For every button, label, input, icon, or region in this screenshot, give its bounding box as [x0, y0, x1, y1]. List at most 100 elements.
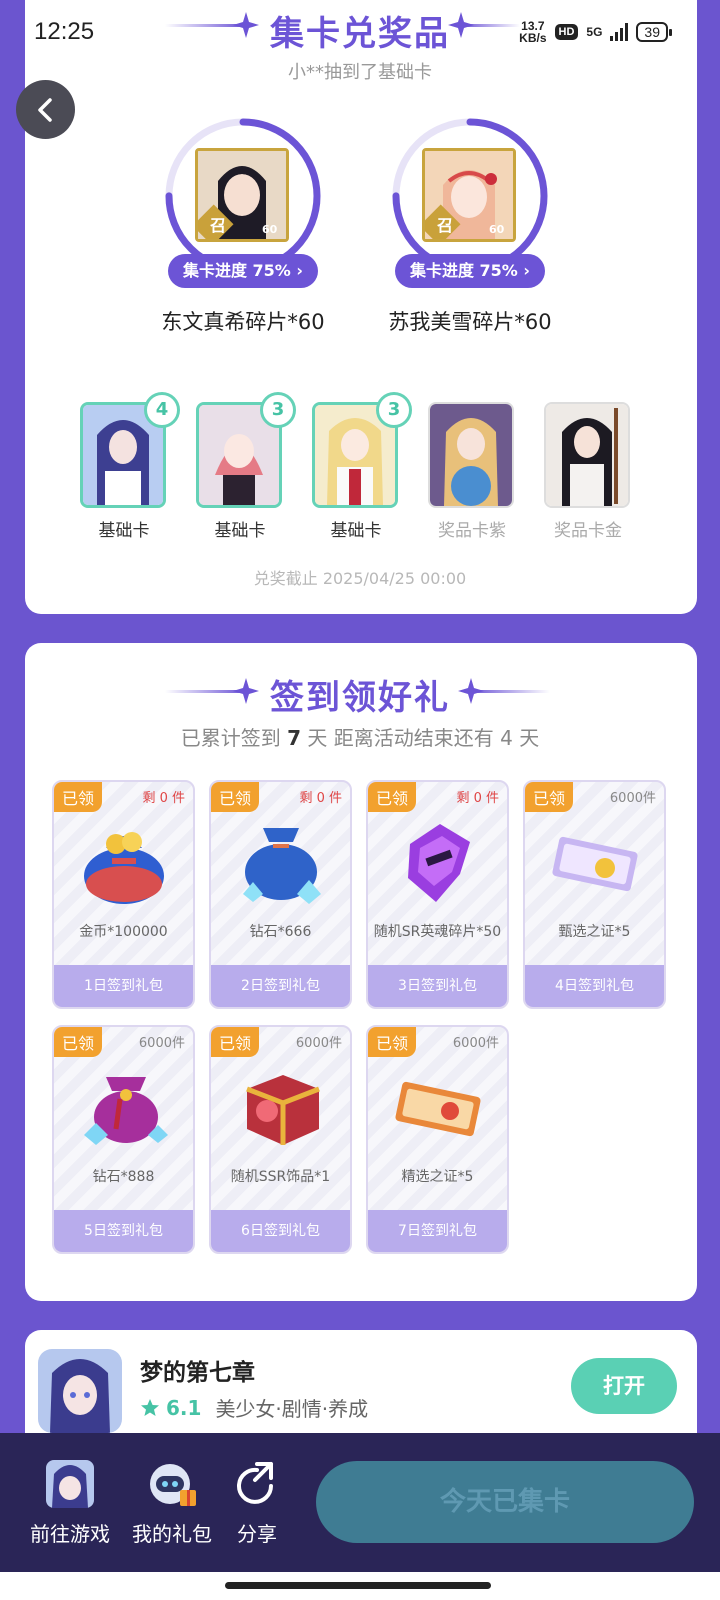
gift-day-label: 6日签到礼包	[211, 1210, 350, 1252]
prize-image: 召 60	[422, 148, 516, 242]
gift-day-6[interactable]: 已领 6000件 随机SSR饰品*1 6日签到礼包	[209, 1025, 352, 1254]
gift-day-label: 2日签到礼包	[211, 965, 350, 1007]
progress-ring: 召 60 集卡进度 75% ›	[163, 116, 323, 288]
summon-glyph: 召	[210, 216, 226, 235]
gift-name: 钻石*666	[249, 924, 312, 940]
open-game-button[interactable]: 打开	[571, 1358, 677, 1414]
card-label: 基础卡	[214, 521, 266, 541]
accessory-box-icon	[246, 1075, 320, 1145]
progress-pill[interactable]: 集卡进度 75% ›	[168, 254, 318, 288]
card-label: 基础卡	[98, 521, 150, 541]
share-label: 分享	[237, 1522, 277, 1546]
claimed-tag: 已领	[54, 782, 103, 812]
goto-game-label: 前往游戏	[30, 1522, 110, 1546]
gift-day-label: 7日签到礼包	[368, 1210, 507, 1252]
card-label: 奖品卡金	[554, 521, 622, 541]
badge-count: 60	[262, 223, 278, 236]
prize-name: 苏我美雪碎片*60	[388, 310, 552, 334]
prize-name: 东文真希碎片*60	[161, 310, 325, 334]
chevron-right-icon: ›	[523, 261, 531, 280]
remain-count: 剩 0 件	[142, 791, 185, 806]
game-score: 6.1	[166, 1395, 202, 1420]
prize-image: 召 60	[195, 148, 289, 242]
signal-icon	[610, 23, 629, 41]
claimed-tag: 已领	[54, 1027, 103, 1057]
gift-day-label: 5日签到礼包	[54, 1210, 193, 1252]
star-icon	[141, 1398, 159, 1416]
gift-day-label: 3日签到礼包	[368, 965, 507, 1007]
remain-count: 剩 0 件	[299, 791, 342, 806]
claimed-tag: 已领	[211, 1027, 260, 1057]
stock-count: 6000件	[138, 1036, 185, 1051]
diamond-bag-icon	[84, 1077, 168, 1145]
network-speed: 13.7 KB/s	[519, 19, 547, 45]
status-icons: 13.7 KB/s HD 5G 39	[519, 19, 672, 45]
gift-name: 精选之证*5	[401, 1169, 474, 1185]
game-app-icon[interactable]	[38, 1349, 122, 1433]
gift-name: 钻石*888	[92, 1169, 155, 1185]
stock-count: 6000件	[295, 1036, 342, 1051]
ticket-icon	[552, 836, 638, 892]
summon-glyph: 召	[437, 216, 453, 235]
game-tags: 美少女·剧情·养成	[215, 1397, 369, 1421]
gift-day-5[interactable]: 已领 6000件 钻石*888 5日签到礼包	[52, 1025, 195, 1254]
checkin-title: 签到领好礼	[270, 678, 450, 718]
gift-day-7[interactable]: 已领 6000件 精选之证*5 7日签到礼包	[366, 1025, 509, 1254]
progress-ring: 召 60 集卡进度 75% ›	[390, 116, 550, 288]
my-gifts-button[interactable]: 我的礼包	[130, 1460, 214, 1547]
game-rating: 6.1 美少女·剧情·养成	[140, 1393, 368, 1422]
card-prize-purple[interactable]: 奖品卡紫	[428, 402, 516, 541]
coin-bag-icon	[84, 832, 164, 904]
gift-day-4[interactable]: 已领 6000件 甄选之证*5 4日签到礼包	[523, 780, 666, 1009]
claimed-tag: 已领	[211, 782, 260, 812]
network-type: 5G	[586, 25, 603, 39]
share-icon	[235, 1460, 279, 1512]
back-button[interactable]	[16, 80, 75, 139]
share-button[interactable]: 分享	[232, 1460, 282, 1547]
deadline-text: 兑奖截止 2025/04/25 00:00	[253, 569, 467, 588]
collect-today-button[interactable]: 今天已集卡	[316, 1461, 694, 1543]
stock-count: 6000件	[452, 1036, 499, 1051]
gift-name: 随机SR英魂碎片*50	[373, 924, 502, 940]
claimed-tag: 已领	[368, 1027, 417, 1057]
claimed-tag: 已领	[525, 782, 574, 812]
card-basic[interactable]: 4 基础卡	[80, 392, 180, 541]
card-label: 奖品卡紫	[438, 521, 506, 541]
card-count-badge: 4	[144, 392, 180, 428]
status-time: 12:25	[34, 18, 95, 45]
claimed-tag: 已领	[368, 782, 417, 812]
status-bar: 12:25 13.7 KB/s HD 5G 39	[0, 0, 720, 66]
card-prize-gold[interactable]: 奖品卡金	[544, 402, 632, 541]
game-name: 梦的第七章	[140, 1360, 255, 1386]
checkin-days: 7	[287, 726, 302, 750]
gift-day-2[interactable]: 已领 剩 0 件 钻石*666 2日签到礼包	[209, 780, 352, 1009]
card-basic[interactable]: 3 基础卡	[312, 392, 412, 541]
remain-count: 剩 0 件	[456, 791, 499, 806]
gift-name: 甄选之证*5	[558, 924, 631, 940]
game-avatar-icon	[43, 1460, 97, 1512]
hero-shard-icon	[408, 824, 470, 902]
card-count-badge: 3	[376, 392, 412, 428]
goto-game-button[interactable]: 前往游戏	[28, 1460, 112, 1547]
title-deco-right	[470, 690, 550, 693]
card-label: 基础卡	[330, 521, 382, 541]
battery-icon: 39	[636, 22, 672, 42]
diamond-bag-icon	[243, 828, 321, 904]
gift-day-1[interactable]: 已领 剩 0 件 金币*100000 1日签到礼包	[52, 780, 195, 1009]
checkin-summary: 已累计签到 7 天 距离活动结束还有 4 天	[180, 726, 540, 750]
card-image	[544, 402, 630, 508]
badge-count: 60	[489, 223, 505, 236]
card-basic[interactable]: 3 基础卡	[196, 392, 296, 541]
chevron-right-icon: ›	[296, 261, 304, 280]
gift-day-3[interactable]: 已领 剩 0 件 随机SR英魂碎片*50 3日签到礼包	[366, 780, 509, 1009]
gift-day-label: 1日签到礼包	[54, 965, 193, 1007]
card-count-badge: 3	[260, 392, 296, 428]
robot-gift-icon	[145, 1460, 199, 1512]
progress-pill[interactable]: 集卡进度 75% ›	[395, 254, 545, 288]
gift-day-label: 4日签到礼包	[525, 965, 664, 1007]
home-indicator[interactable]	[225, 1582, 491, 1589]
prize-item[interactable]: 召 60 集卡进度 75% › 苏我美雪碎片*60	[385, 116, 555, 334]
ticket-icon	[395, 1081, 481, 1137]
my-gifts-label: 我的礼包	[132, 1522, 212, 1546]
prize-item[interactable]: 召 60 集卡进度 75% › 东文真希碎片*60	[158, 116, 328, 334]
